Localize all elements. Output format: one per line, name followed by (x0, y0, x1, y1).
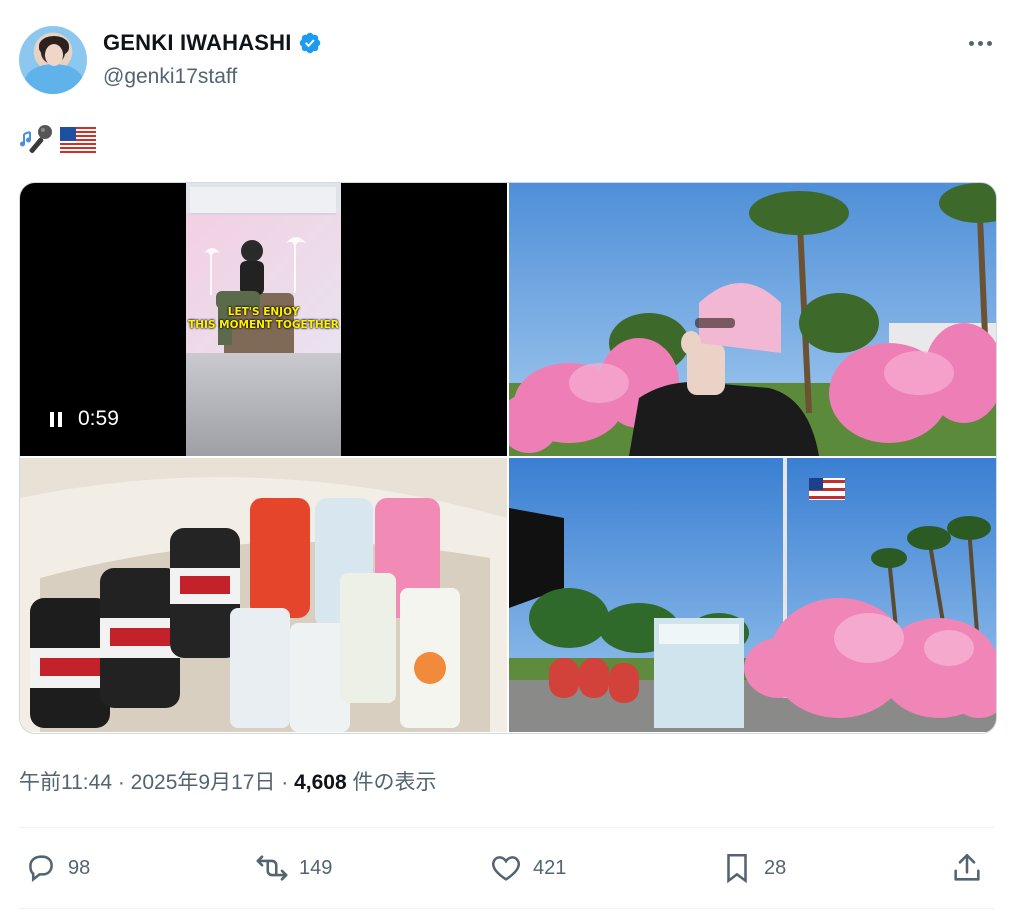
verified-badge-icon (299, 32, 320, 54)
retweet-button[interactable]: 149 (255, 848, 332, 888)
music-microphone-emoji-icon (20, 125, 52, 154)
video-duration: 0:59 (78, 407, 119, 430)
video-person (216, 240, 264, 345)
bookmark-count: 28 (764, 856, 787, 879)
more-options-button[interactable] (962, 30, 998, 56)
tweet-timestamp: 午前11:44 · 2025年9月17日 · 4,608 件の表示 (19, 766, 437, 796)
tweet-time[interactable]: 午前11:44 (19, 771, 112, 794)
author-name-row: GENKI IWAHASHI (103, 30, 322, 56)
dot-icon (986, 40, 992, 46)
heart-icon (491, 856, 521, 881)
avatar-fur-jacket (25, 64, 83, 94)
retweet-icon (256, 855, 288, 881)
separator-dot: · (275, 771, 295, 794)
photo-flagpole-cherry-blossoms-icon (509, 458, 996, 732)
photo-pink-beanie-cherry-blossoms-icon (509, 183, 996, 456)
separator-dot: · (112, 771, 131, 794)
tweet-date[interactable]: 2025年9月17日 (131, 771, 276, 794)
photo-flagpole-blossoms[interactable] (509, 458, 996, 732)
view-count[interactable]: 4,608 (294, 771, 347, 794)
share-icon (954, 853, 980, 881)
share-button[interactable] (950, 848, 984, 888)
video-player[interactable]: LET'S ENJOY THIS MOMENT TOGETHER 0:59 (20, 183, 507, 456)
like-button[interactable]: 421 (489, 848, 566, 888)
avatar-face (45, 44, 63, 66)
media-grid: LET'S ENJOY THIS MOMENT TOGETHER 0:59 (19, 182, 997, 734)
reply-icon (29, 855, 53, 882)
divider (19, 908, 995, 909)
view-count-label: 件の表示 (346, 771, 437, 794)
retweet-count: 149 (299, 856, 333, 879)
pause-icon[interactable] (50, 411, 62, 427)
photo-portrait-blossoms[interactable] (509, 183, 996, 456)
dot-icon (977, 40, 983, 46)
reply-count: 98 (68, 856, 91, 879)
avatar[interactable] (19, 26, 87, 94)
video-controls[interactable]: 0:59 (50, 407, 119, 431)
action-bar: 98 149 421 28 (0, 848, 1024, 888)
like-count: 421 (533, 856, 567, 879)
video-banner (190, 187, 336, 215)
us-flag-emoji-icon (60, 127, 96, 153)
video-stage-floor (186, 353, 341, 456)
photo-drinks-cooler[interactable] (20, 458, 507, 732)
dot-icon (968, 40, 974, 46)
reply-button[interactable]: 98 (24, 848, 90, 888)
bookmark-button[interactable]: 28 (720, 848, 786, 888)
tweet-text (20, 124, 96, 156)
author-name[interactable]: GENKI IWAHASHI (103, 30, 292, 56)
video-caption: LET'S ENJOY THIS MOMENT TOGETHER (188, 306, 339, 331)
bookmark-icon (727, 853, 747, 884)
author-handle[interactable]: @genki17staff (103, 65, 237, 89)
divider (19, 827, 995, 828)
photo-drinks-cooler-icon (20, 458, 507, 732)
